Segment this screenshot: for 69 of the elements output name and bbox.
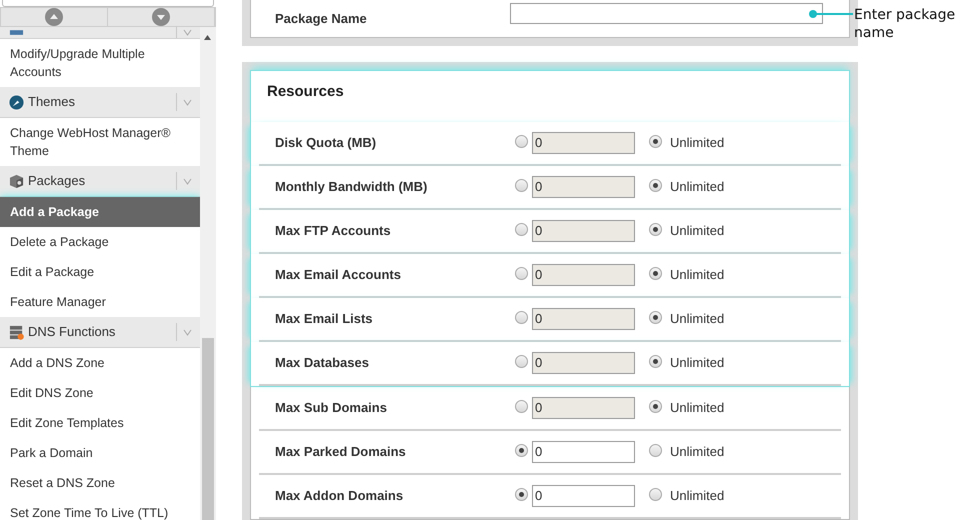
- radio-button[interactable]: [649, 400, 662, 413]
- field-label: Max Email Lists: [275, 310, 374, 328]
- package-name-input[interactable]: [510, 3, 823, 24]
- section-title: DNS Functions: [28, 323, 116, 342]
- unlimited-label: Unlimited: [670, 310, 724, 328]
- unlimited-label: Unlimited: [670, 178, 724, 196]
- field-label: Max Addon Domains: [275, 486, 404, 505]
- limit-input[interactable]: 0: [532, 264, 635, 286]
- paintbrush-icon: [9, 94, 24, 110]
- chevron-down-icon: [183, 178, 192, 184]
- scrollbar[interactable]: [200, 27, 216, 520]
- radio-button[interactable]: [515, 135, 528, 148]
- radio-button[interactable]: [649, 444, 662, 457]
- limit-input[interactable]: 0: [532, 352, 635, 374]
- radio-button[interactable]: [649, 267, 662, 280]
- section-title: Themes: [28, 93, 75, 112]
- section-header[interactable]: Themes: [0, 87, 200, 118]
- radio-button[interactable]: [515, 400, 528, 413]
- radio-button[interactable]: [515, 179, 528, 192]
- radio-button[interactable]: [515, 355, 528, 368]
- unlimited-label: Unlimited: [670, 398, 724, 417]
- unlimited-label: Unlimited: [670, 442, 724, 461]
- radio-button[interactable]: [515, 444, 528, 457]
- section-title: Packages: [28, 172, 86, 190]
- radio-button[interactable]: [649, 223, 662, 236]
- radio-button[interactable]: [649, 355, 662, 368]
- limit-input[interactable]: 0: [532, 308, 635, 330]
- limit-input[interactable]: 0: [532, 440, 635, 462]
- field-label: Monthly Bandwidth (MB): [275, 178, 428, 196]
- server-icon: [9, 324, 24, 340]
- leader-line: [808, 9, 853, 19]
- chevron-down-icon: [183, 29, 192, 36]
- annotation-text: Enter package name: [854, 6, 956, 42]
- scroll-arrow-icon: [204, 35, 211, 40]
- section-header[interactable]: DNS Functions: [0, 317, 200, 348]
- limit-input[interactable]: 0: [532, 176, 635, 198]
- limit-input[interactable]: 0: [532, 396, 635, 418]
- search-field[interactable]: [2, 0, 214, 7]
- radio-button[interactable]: [515, 267, 528, 280]
- field-label: Max Parked Domains: [275, 442, 407, 461]
- chevron-down-icon: [183, 98, 192, 106]
- unlimited-label: Unlimited: [670, 222, 724, 240]
- scrollbar-thumb[interactable]: [202, 338, 214, 520]
- radio-button[interactable]: [649, 311, 662, 324]
- radio-button[interactable]: [649, 488, 662, 501]
- nav-item[interactable]: Add a Package: [0, 197, 200, 227]
- limit-input[interactable]: 0: [532, 220, 635, 242]
- field-label: Max Sub Domains: [275, 398, 388, 417]
- unlimited-label: Unlimited: [670, 134, 724, 152]
- unlimited-label: Unlimited: [670, 266, 724, 284]
- limit-input[interactable]: 0: [532, 132, 635, 154]
- radio-button[interactable]: [649, 179, 662, 192]
- section-header[interactable]: [0, 27, 200, 39]
- limit-input[interactable]: 0: [532, 484, 635, 506]
- radio-button[interactable]: [515, 311, 528, 324]
- radio-button[interactable]: [515, 488, 528, 501]
- unlimited-label: Unlimited: [670, 486, 724, 505]
- radio-button[interactable]: [515, 223, 528, 236]
- unlimited-label: Unlimited: [670, 354, 724, 372]
- field-label: Package Name: [275, 10, 368, 28]
- section-header[interactable]: Packages: [0, 166, 200, 197]
- box-icon: [9, 174, 24, 188]
- section-title: Resources: [266, 82, 344, 102]
- field-label: Disk Quota (MB): [275, 134, 378, 152]
- chevron-down-icon: [183, 328, 192, 336]
- field-label: Max Databases: [275, 354, 370, 372]
- field-label: Max Email Accounts: [275, 266, 402, 284]
- radio-button[interactable]: [649, 135, 662, 148]
- field-label: Max FTP Accounts: [275, 222, 392, 240]
